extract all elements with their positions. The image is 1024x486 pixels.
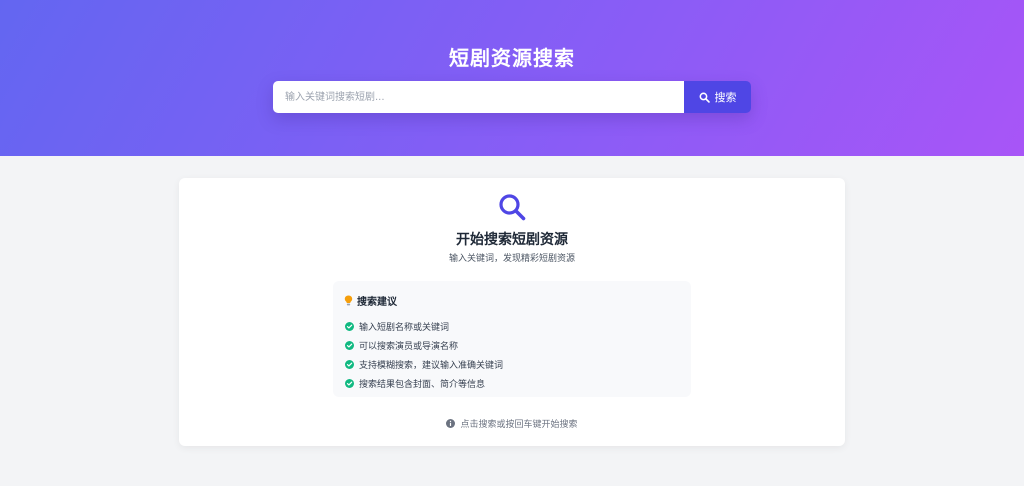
tip-text: 可以搜索演员或导演名称 xyxy=(359,342,459,352)
search-tips-panel: 搜索建议 输入短剧名称或关键词 可以搜索演员或导演名称 支持模糊搜索，建议输入准… xyxy=(333,281,691,397)
lightbulb-icon xyxy=(344,295,353,306)
search-hint-text: 点击搜索或按回车键开始搜索 xyxy=(460,420,578,430)
search-icon xyxy=(499,194,526,221)
check-circle-icon xyxy=(345,322,354,331)
empty-state-card: 开始搜索短剧资源 输入关键词，发现精彩短剧资源 搜索建议 输入短剧名称或关键词 xyxy=(179,178,845,446)
list-item: 输入短剧名称或关键词 xyxy=(345,317,503,336)
check-circle-icon xyxy=(345,360,354,369)
info-icon xyxy=(446,419,456,428)
hero-header: 短剧资源搜索 搜索 xyxy=(0,0,1024,156)
search-button[interactable]: 搜索 xyxy=(684,81,751,113)
search-tips-list: 输入短剧名称或关键词 可以搜索演员或导演名称 支持模糊搜索，建议输入准确关键词 xyxy=(345,317,503,393)
list-item: 可以搜索演员或导演名称 xyxy=(345,336,503,355)
search-input[interactable] xyxy=(273,81,684,113)
search-tips-header: 搜索建议 xyxy=(344,293,397,308)
list-item: 支持模糊搜索，建议输入准确关键词 xyxy=(345,355,503,374)
empty-state-title: 开始搜索短剧资源 xyxy=(456,232,568,248)
search-bar: 搜索 xyxy=(273,81,751,113)
search-icon xyxy=(699,92,710,103)
list-item: 搜索结果包含封面、简介等信息 xyxy=(345,374,503,393)
search-tips-title: 搜索建议 xyxy=(357,297,397,308)
check-circle-icon xyxy=(345,341,354,350)
page-title: 短剧资源搜索 xyxy=(449,46,575,70)
search-hint: 点击搜索或按回车键开始搜索 xyxy=(179,417,845,430)
tip-text: 支持模糊搜索，建议输入准确关键词 xyxy=(359,361,504,371)
search-button-label: 搜索 xyxy=(714,91,737,104)
tip-text: 输入短剧名称或关键词 xyxy=(359,323,450,333)
check-circle-icon xyxy=(345,379,354,388)
empty-state-subtitle: 输入关键词，发现精彩短剧资源 xyxy=(448,254,575,264)
tip-text: 搜索结果包含封面、简介等信息 xyxy=(359,380,486,390)
